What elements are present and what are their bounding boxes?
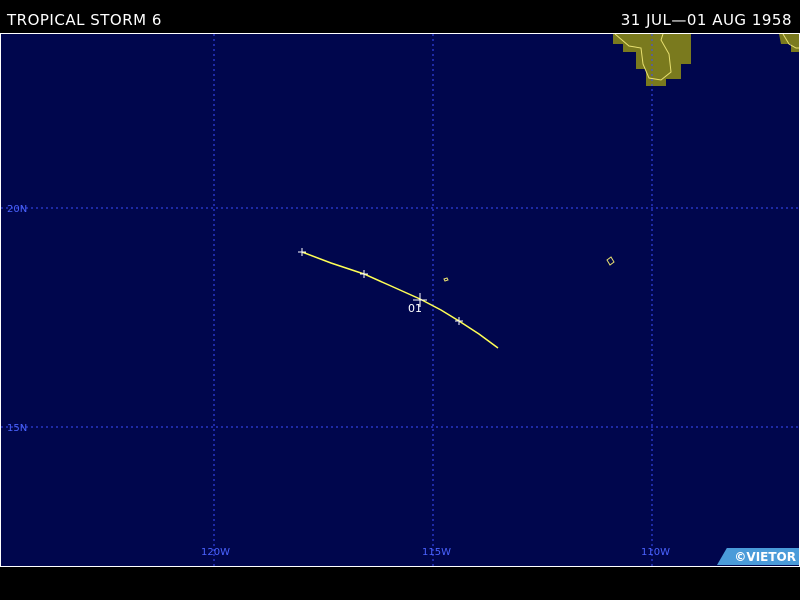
- track-marker: [298, 248, 306, 256]
- lat-label-20n: 20N: [7, 204, 27, 215]
- island: [606, 256, 615, 266]
- map-canvas: 20N 15N 120W 115W 110W 01: [1, 34, 799, 566]
- lon-label-115w: 115W: [422, 547, 451, 558]
- credit-badge: ©VIETOR: [717, 548, 799, 565]
- island: [443, 277, 449, 282]
- land-mass: [613, 34, 799, 86]
- track-marker: [360, 270, 368, 278]
- grid-lines: [1, 34, 799, 566]
- lat-label-15n: 15N: [7, 423, 27, 434]
- storm-track-map: 20N 15N 120W 115W 110W 01: [0, 33, 800, 567]
- track-date-label: 01: [408, 302, 422, 315]
- storm-track-line: [301, 251, 499, 349]
- storm-title: TROPICAL STORM 6: [7, 11, 162, 29]
- date-range: 31 JUL—01 AUG 1958: [620, 11, 792, 29]
- lon-label-110w: 110W: [641, 547, 670, 558]
- track-marker: [455, 317, 463, 325]
- lon-label-120w: 120W: [201, 547, 230, 558]
